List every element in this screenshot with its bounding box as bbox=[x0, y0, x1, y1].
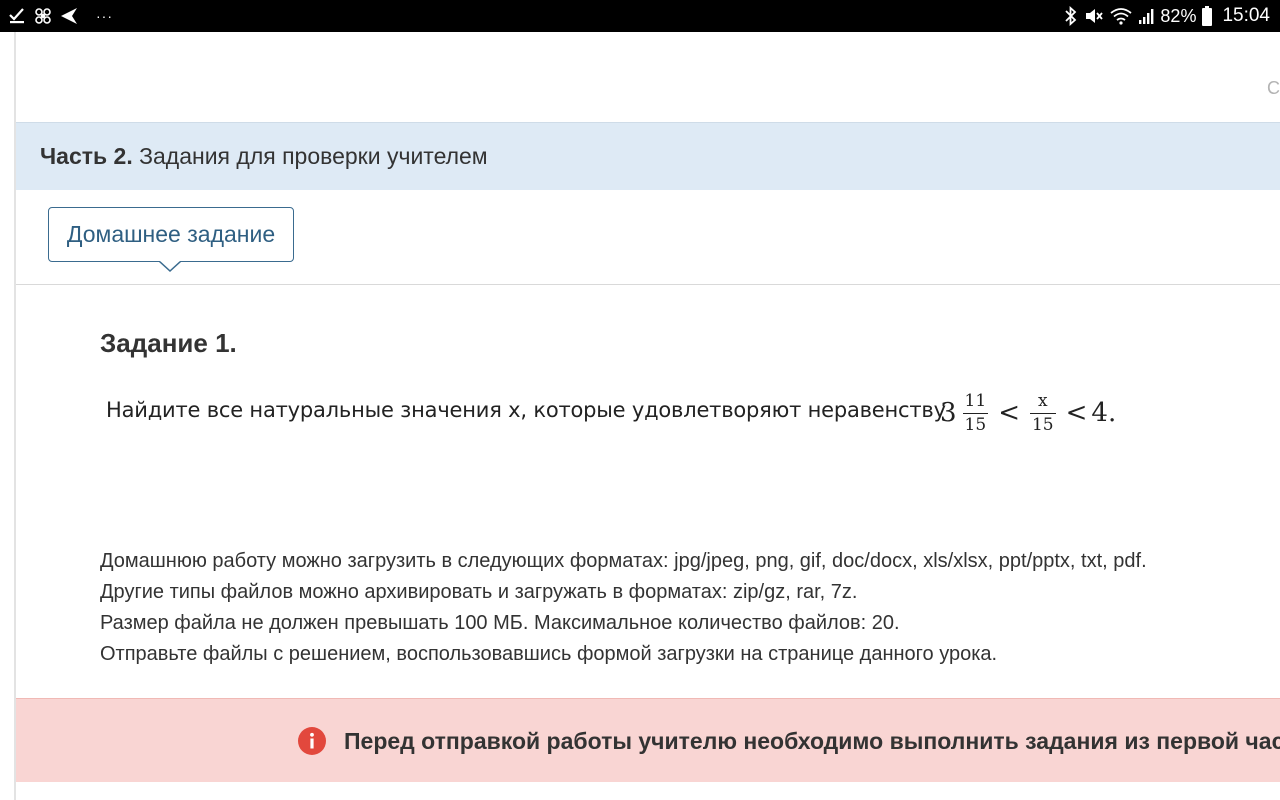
signal-icon bbox=[1138, 7, 1154, 25]
upload-instructions: Домашнюю работу можно загрузить в следую… bbox=[100, 546, 1147, 670]
page-header: Со bbox=[16, 32, 1280, 122]
lesson-page: Со Часть 2. Задания для проверки учителе… bbox=[14, 32, 1280, 800]
fraction-1-numerator: 11 bbox=[964, 390, 987, 411]
instruction-line: Другие типы файлов можно архивировать и … bbox=[100, 581, 858, 603]
task-statement-image: Найдите все натуральные значения x, кото… bbox=[100, 378, 1120, 448]
section-title: Часть 2. Задания для проверки учителем bbox=[40, 143, 488, 170]
fraction-1: 11 15 bbox=[962, 390, 989, 435]
upper-bound: 4. bbox=[1091, 398, 1117, 428]
mixed-number-whole: 3 bbox=[940, 398, 957, 428]
alert-message: Перед отправкой работы учителю необходим… bbox=[344, 728, 1280, 754]
task-title: Задание 1. bbox=[100, 328, 237, 358]
warning-alert: Перед отправкой работы учителю необходим… bbox=[16, 698, 1280, 782]
section-title-text: Задания для проверки учителем bbox=[132, 143, 488, 169]
header-link-truncated[interactable]: Со bbox=[1267, 78, 1280, 99]
battery-icon bbox=[1202, 6, 1213, 26]
task-content: Задание 1. Найдите все натуральные значе… bbox=[16, 286, 1280, 698]
tab-bar: Домашнее задание bbox=[16, 190, 1280, 285]
task-statement: Найдите все натуральные значения x, кото… bbox=[106, 398, 946, 422]
less-than-sign-2: < bbox=[1065, 398, 1088, 428]
info-alert-icon bbox=[298, 727, 326, 755]
notification-icons: ··· bbox=[8, 3, 113, 29]
instruction-line: Домашнюю работу можно загрузить в следую… bbox=[100, 550, 1147, 572]
clock: 15:04 bbox=[1222, 5, 1270, 26]
wifi-icon bbox=[1110, 7, 1132, 25]
fan-icon bbox=[34, 7, 52, 25]
more-dots-icon: ··· bbox=[96, 8, 113, 24]
status-bar: ··· 82% 15:04 bbox=[0, 0, 1280, 32]
instruction-line: Отправьте файлы с решением, воспользовав… bbox=[100, 643, 998, 665]
mute-icon bbox=[1084, 7, 1104, 25]
less-than-sign-1: < bbox=[998, 398, 1020, 428]
download-done-icon bbox=[8, 7, 26, 25]
instruction-line: Размер файла не должен превышать 100 МБ.… bbox=[100, 612, 900, 634]
tab-homework[interactable]: Домашнее задание bbox=[48, 207, 294, 262]
section-header: Часть 2. Задания для проверки учителем bbox=[16, 122, 1280, 190]
bluetooth-icon bbox=[1064, 6, 1078, 26]
section-title-bold: Часть 2. bbox=[40, 143, 133, 169]
fraction-2: x 15 bbox=[1029, 390, 1056, 435]
fraction-1-denominator: 15 bbox=[962, 412, 989, 435]
battery-level: 82% bbox=[1160, 5, 1197, 26]
inequality-formula: 3 11 15 < x 15 < 4. bbox=[940, 382, 1116, 444]
fraction-2-numerator: x bbox=[1038, 390, 1048, 411]
system-status: 82% 15:04 bbox=[1064, 0, 1270, 32]
fraction-2-denominator: 15 bbox=[1029, 412, 1056, 435]
send-icon bbox=[60, 7, 78, 25]
